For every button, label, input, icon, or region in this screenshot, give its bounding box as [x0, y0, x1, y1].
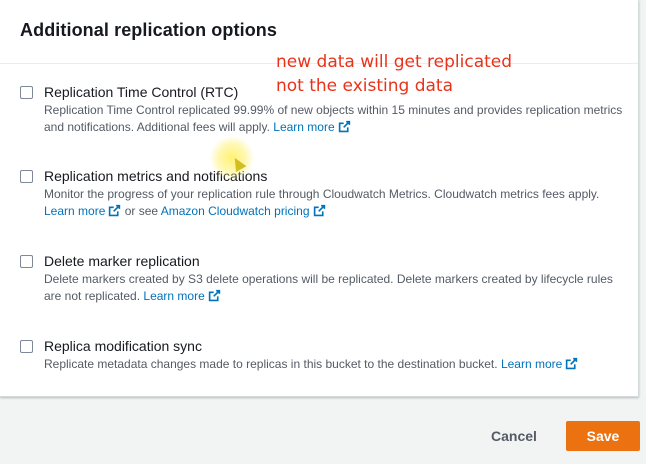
- form-footer: Cancel Save: [0, 398, 646, 464]
- learn-more-link[interactable]: Learn more: [501, 357, 578, 371]
- external-link-icon: [566, 357, 578, 370]
- learn-more-link[interactable]: Learn more: [143, 289, 220, 303]
- learn-more-label: Learn more: [273, 120, 335, 134]
- learn-more-link[interactable]: Learn more: [44, 204, 121, 218]
- metrics-checkbox[interactable]: [20, 170, 33, 183]
- option-description-text: Replicate metadata changes made to repli…: [44, 357, 498, 371]
- annotation-line-2: not the existing data: [276, 76, 453, 96]
- external-link-icon: [109, 204, 121, 217]
- external-link-icon: [338, 120, 350, 133]
- option-description-text: Delete markers created by S3 delete oper…: [44, 272, 613, 303]
- learn-more-label: Learn more: [500, 357, 563, 371]
- rtc-checkbox[interactable]: [20, 86, 33, 99]
- option-description: Monitor the progress of your replication…: [44, 186, 624, 220]
- option-description: Delete markers created by S3 delete oper…: [44, 271, 624, 305]
- panel-title: Additional replication options: [20, 20, 277, 40]
- external-link-icon: [208, 289, 220, 302]
- replica-sync-checkbox[interactable]: [20, 340, 33, 353]
- or-see-text: or see: [124, 204, 159, 218]
- option-title: Replication Time Control (RTC): [44, 84, 239, 100]
- option-description: Replication Time Control replicated 99.9…: [44, 102, 624, 136]
- cloudwatch-pricing-label: Amazon Cloudwatch pricing: [160, 204, 310, 218]
- save-button[interactable]: Save: [566, 421, 640, 451]
- annotation-line-1: new data will get replicated: [276, 52, 513, 72]
- external-link-icon: [313, 204, 325, 217]
- option-title: Delete marker replication: [44, 253, 200, 269]
- option-description: Replicate metadata changes made to repli…: [44, 356, 624, 373]
- handwritten-annotation: new data will get replicated not the exi…: [276, 50, 512, 98]
- learn-more-link[interactable]: Learn more: [273, 120, 350, 134]
- option-title: Replica modification sync: [44, 338, 202, 354]
- cancel-button[interactable]: Cancel: [478, 422, 550, 450]
- learn-more-label: Learn more: [143, 289, 205, 303]
- additional-replication-options-panel: Additional replication options new data …: [0, 0, 639, 397]
- cloudwatch-pricing-link[interactable]: Amazon Cloudwatch pricing: [161, 204, 326, 218]
- learn-more-label: Learn more: [44, 204, 106, 218]
- option-description-text: Monitor the progress of your replication…: [44, 187, 600, 201]
- delete-marker-checkbox[interactable]: [20, 255, 33, 268]
